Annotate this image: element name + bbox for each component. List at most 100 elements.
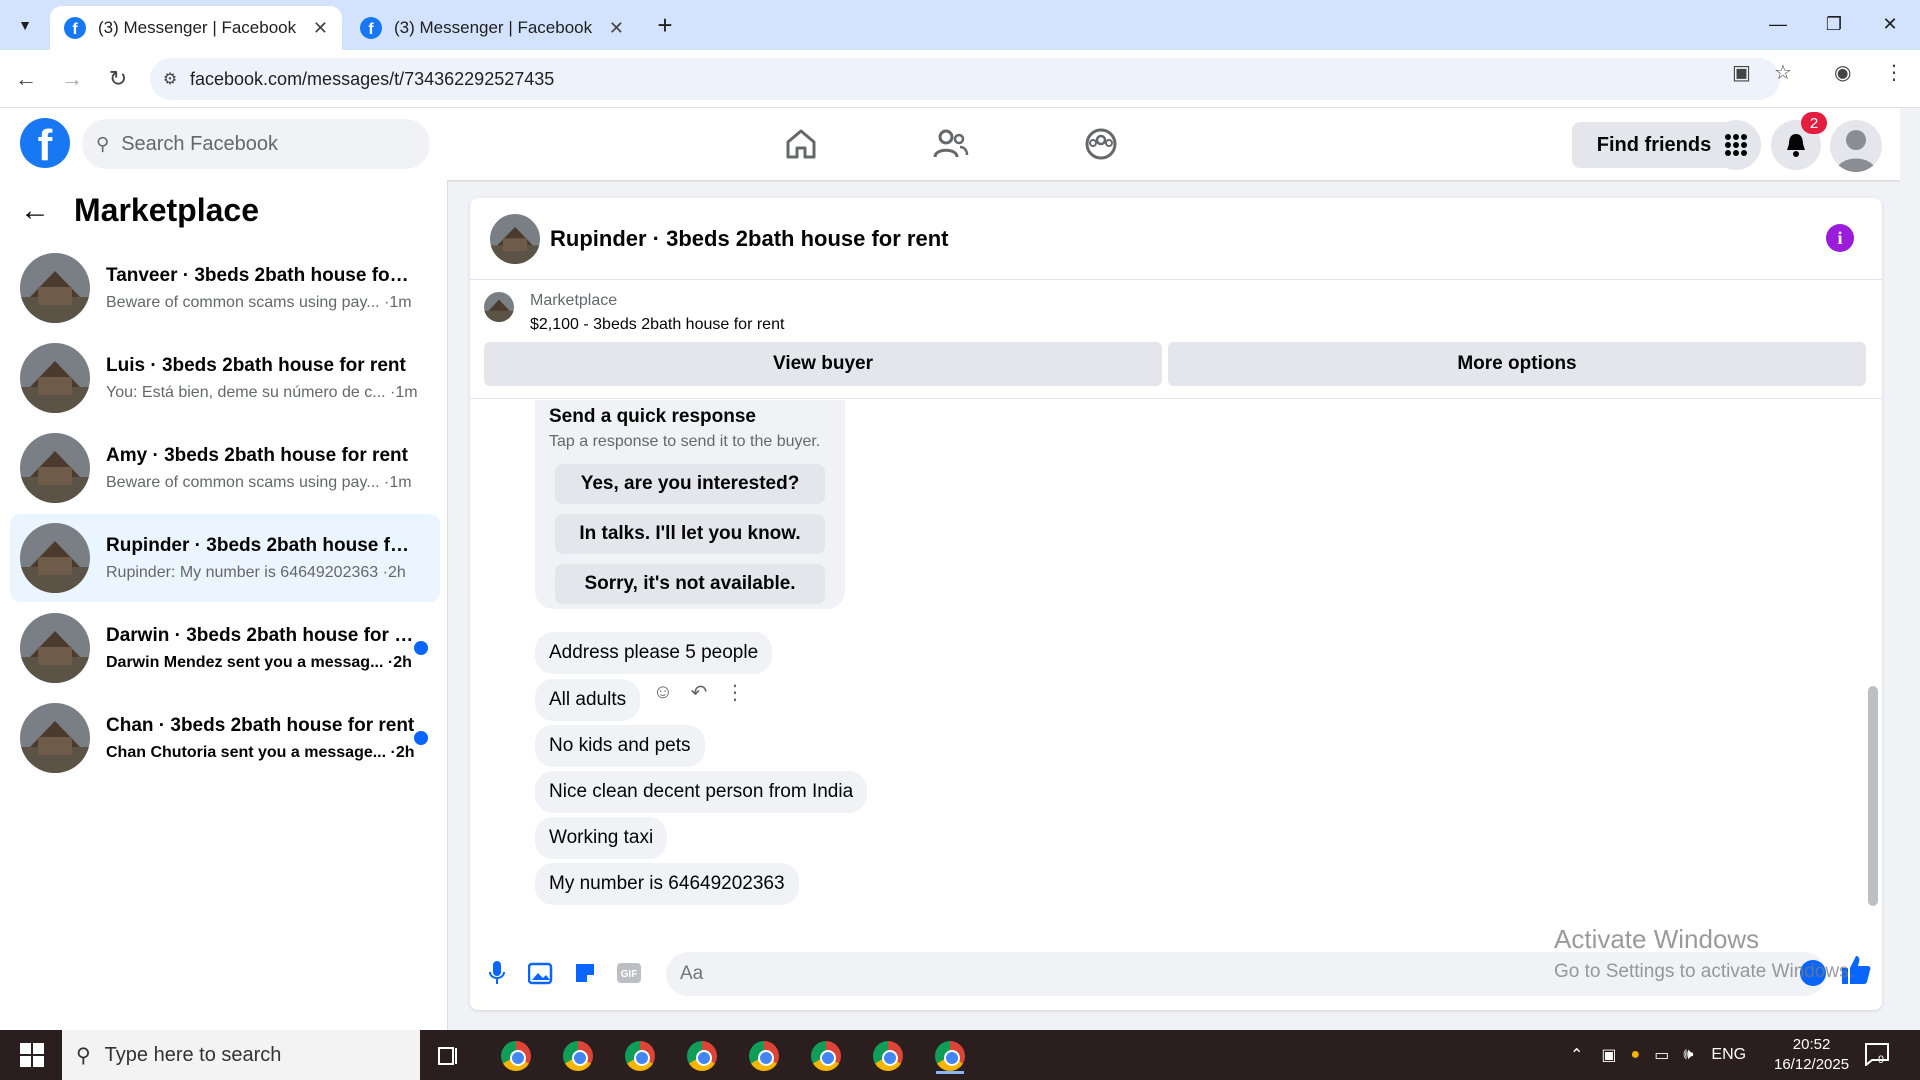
chrome-taskbar-icon[interactable] [868,1038,908,1074]
conversation-name: Amy · 3beds 2bath house for rent [106,444,408,466]
tab-title: (3) Messenger | Facebook [394,18,593,37]
volume-icon[interactable]: 🕪 [1683,1046,1693,1064]
taskbar-clock[interactable]: 20:52 16/12/2025 [1774,1035,1849,1075]
conversation-item[interactable]: Chan · 3beds 2bath house for rent Chan C… [10,694,440,782]
clock-time: 20:52 [1792,1036,1831,1053]
display-icon[interactable]: ▭ [1654,1045,1669,1065]
notification-count: 9 [1878,1054,1885,1066]
react-emoji-icon[interactable]: ☺ [650,679,676,705]
chrome-taskbar-icon-active[interactable] [930,1038,970,1074]
microphone-icon[interactable] [480,956,514,990]
back-arrow-icon[interactable]: ← [20,194,50,228]
browser-tab-active[interactable]: f (3) Messenger | Facebook ✕ [50,6,342,50]
browser-toolbar: ← → ↻ ⚙ facebook.com/messages/t/73436229… [0,50,1920,108]
minimize-icon[interactable]: — [1750,6,1806,42]
sidebar-header: ← Marketplace [20,192,259,229]
sticker-icon[interactable] [568,956,602,990]
close-window-icon[interactable]: ✕ [1862,6,1918,42]
gif-icon[interactable]: GIF [612,956,646,990]
message-bubble[interactable]: No kids and pets [535,725,705,767]
conversation-item-selected[interactable]: Rupinder · 3beds 2bath house for ... Rup… [10,514,440,602]
quick-response-option[interactable]: Yes, are you interested? [555,464,825,504]
clock-date: 16/12/2025 [1774,1056,1850,1073]
conversation-name: Chan · 3beds 2bath house for rent [106,714,415,736]
info-icon[interactable]: i [1826,224,1854,252]
language-indicator[interactable]: ENG [1711,1046,1746,1064]
listing-thumbnail [20,433,90,503]
chat-panel: Rupinder · 3beds 2bath house for rent i … [470,198,1882,1010]
menu-grid-icon[interactable] [1711,120,1761,170]
facebook-search-input[interactable]: ⚲ Search Facebook [82,119,430,169]
groups-icon[interactable] [1076,122,1126,166]
more-options-button[interactable]: More options [1168,342,1866,386]
chat-listing-thumbnail[interactable] [490,214,540,264]
conversation-name: Rupinder · 3beds 2bath house for ... [106,534,416,556]
facebook-logo-icon[interactable]: f [20,118,70,168]
meet-now-icon[interactable]: ▣ [1601,1045,1616,1065]
page-scrollbar[interactable] [1900,108,1920,1030]
site-info-icon[interactable]: ⚙ [150,69,190,89]
close-tab-icon[interactable]: ✕ [313,18,328,39]
taskbar-search-placeholder: Type here to search [104,1043,282,1066]
back-icon[interactable]: ← [8,61,44,97]
chrome-taskbar-icon[interactable] [806,1038,846,1074]
activate-windows-watermark: Activate Windows Go to Settings to activ… [1554,924,1854,983]
photo-icon[interactable] [524,956,558,990]
message-bubble[interactable]: Address please 5 people [535,632,773,674]
browser-tab[interactable]: f (3) Messenger | Facebook ✕ [346,6,638,50]
view-buyer-button[interactable]: View buyer [484,342,1162,386]
quick-response-option[interactable]: In talks. I'll let you know. [555,514,825,554]
new-tab-icon[interactable]: + [650,10,680,40]
task-view-icon[interactable] [428,1038,468,1074]
chrome-taskbar-icon[interactable] [620,1038,660,1074]
listing-small-thumbnail [484,292,514,322]
conversation-item[interactable]: Luis · 3beds 2bath house for rent You: E… [10,334,440,422]
conversation-item[interactable]: Tanveer · 3beds 2bath house for re... Be… [10,244,440,332]
address-bar[interactable]: ⚙ facebook.com/messages/t/73436229252743… [150,58,1780,100]
marketplace-label: Marketplace [530,292,618,309]
facebook-header: f ⚲ Search Facebook Find friends [0,108,1900,180]
message-bubble[interactable]: My number is 64649202363 [535,863,799,905]
conversation-name: Luis · 3beds 2bath house for rent [106,354,406,376]
browser-menu-icon[interactable]: ⋮ [1884,60,1904,85]
show-hidden-icons-icon[interactable]: ⌃ [1570,1045,1583,1065]
message-bubble[interactable]: Working taxi [535,817,668,859]
network-status-icon[interactable]: ● [1631,1046,1641,1064]
chrome-taskbar-icon[interactable] [682,1038,722,1074]
taskbar-search[interactable]: ⚲ Type here to search [62,1030,420,1080]
message-scrollbar[interactable] [1866,406,1878,926]
forward-icon[interactable]: → [54,61,90,97]
friends-icon[interactable] [926,122,976,166]
account-avatar[interactable] [1830,120,1882,172]
conversation-item[interactable]: Darwin · 3beds 2bath house for r... Darw… [10,604,440,692]
profile-icon[interactable]: ◉ [1834,60,1851,85]
conversation-item[interactable]: Amy · 3beds 2bath house for rent Beware … [10,424,440,512]
listing-thumbnail [20,703,90,773]
divider [470,398,1882,399]
quick-response-subtitle: Tap a response to send it to the buyer. [549,433,821,450]
svg-text:GIF: GIF [621,969,638,980]
tab-search-dropdown-icon[interactable]: ▼ [8,10,42,40]
message-bubble[interactable]: Nice clean decent person from India [535,771,868,813]
bookmark-star-icon[interactable]: ☆ [1774,60,1792,85]
windows-start-icon[interactable] [10,1038,54,1072]
home-icon[interactable] [776,122,826,166]
scrollbar-thumb[interactable] [1868,686,1878,906]
action-center-icon[interactable]: 9 [1864,1042,1892,1068]
reload-icon[interactable]: ↻ [100,61,136,97]
install-app-icon[interactable]: ▣ [1732,60,1751,85]
more-vertical-icon[interactable]: ⋮ [722,679,748,705]
conversation-preview: Darwin Mendez sent you a messag... ·2h [106,653,412,671]
chat-title[interactable]: Rupinder · 3beds 2bath house for rent [550,226,948,252]
quick-response-option[interactable]: Sorry, it's not available. [555,564,825,604]
close-tab-icon[interactable]: ✕ [609,18,624,39]
message-bubble[interactable]: All adults [535,679,641,721]
chrome-taskbar-icon[interactable] [558,1038,598,1074]
restore-icon[interactable]: ❐ [1806,6,1862,42]
chrome-taskbar-icon[interactable] [744,1038,784,1074]
chrome-taskbar-icon[interactable] [496,1038,536,1074]
reply-icon[interactable]: ↶ [686,679,712,705]
unread-dot-icon [414,641,428,655]
message-list: Send a quick response Tap a response to … [470,400,1882,940]
tab-title: (3) Messenger | Facebook [98,18,297,37]
